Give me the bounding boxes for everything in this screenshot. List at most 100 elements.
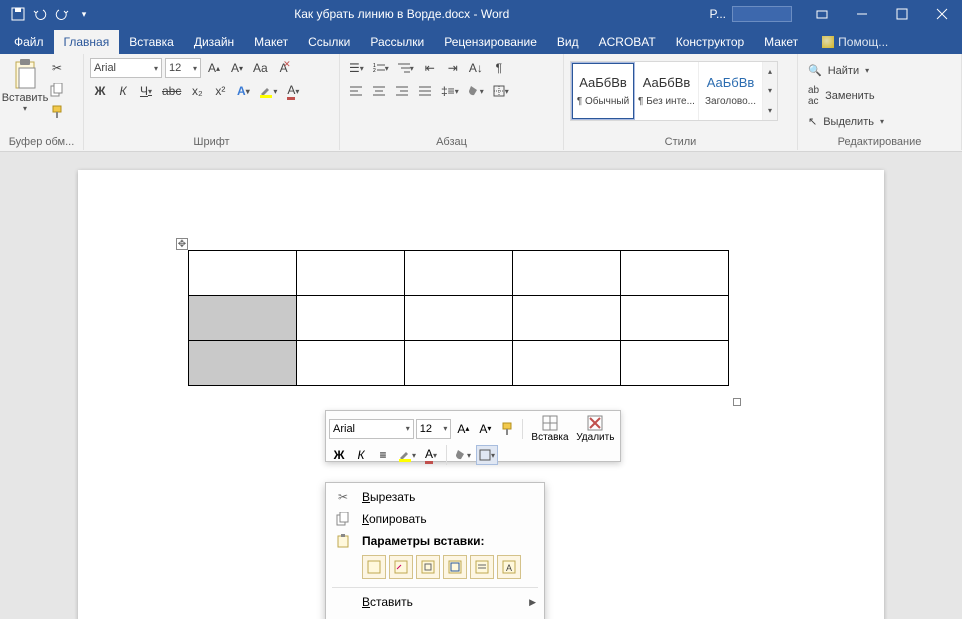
align-center-icon[interactable] (369, 81, 389, 101)
style-nospacing[interactable]: АаБбВв¶ Без инте... (635, 62, 699, 120)
group-editing-label: Редактирование (804, 134, 955, 148)
indent-left-icon[interactable]: ⇤ (420, 58, 440, 78)
style-normal[interactable]: АаБбВв¶ Обычный (571, 62, 635, 120)
ctx-delete-cells[interactable]: Удалить ячейки... (326, 613, 544, 619)
bold-button[interactable]: Ж (90, 81, 110, 101)
clear-format-icon[interactable]: A✕ (274, 58, 294, 78)
close-icon[interactable] (922, 0, 962, 28)
indent-right-icon[interactable]: ⇥ (443, 58, 463, 78)
paste-button[interactable]: Вставить ▾ (6, 58, 44, 113)
select-button[interactable]: ↖Выделить▾ (804, 113, 955, 130)
tell-me[interactable]: Помощ... (812, 30, 898, 54)
save-icon[interactable] (8, 4, 28, 24)
mini-align-icon[interactable]: ≡ (373, 445, 393, 465)
tab-review[interactable]: Рецензирование (434, 30, 547, 54)
undo-icon[interactable] (30, 4, 50, 24)
format-painter-icon[interactable] (47, 102, 67, 122)
tab-file[interactable]: Файл (4, 30, 54, 54)
mini-font-color-icon[interactable]: A▾ (421, 445, 441, 465)
text-effects-icon[interactable]: A▾ (233, 81, 253, 101)
align-right-icon[interactable] (392, 81, 412, 101)
paste-opt-2[interactable] (389, 555, 413, 579)
ctx-copy[interactable]: Копировать (326, 508, 544, 530)
subscript-button[interactable]: x₂ (187, 81, 207, 101)
ctx-cut[interactable]: ✂Вырезать (326, 486, 544, 508)
mini-delete-button[interactable]: Удалить (574, 414, 617, 443)
select-icon: ↖ (808, 115, 817, 128)
group-styles: АаБбВв¶ Обычный АаБбВв¶ Без инте... АаБб… (564, 54, 798, 150)
superscript-button[interactable]: x² (210, 81, 230, 101)
user-chip[interactable]: P... (710, 6, 792, 22)
multilevel-icon[interactable]: ▾ (395, 58, 417, 78)
mini-bold-button[interactable]: Ж (329, 445, 349, 465)
qat-more-icon[interactable]: ▾ (74, 4, 94, 24)
numbering-icon[interactable]: 12▾ (370, 58, 392, 78)
mini-highlight-icon[interactable]: ▾ (395, 445, 419, 465)
show-marks-icon[interactable]: ¶ (489, 58, 509, 78)
highlight-icon[interactable]: ▾ (256, 81, 280, 101)
style-heading1[interactable]: АаБбВвЗаголово... (699, 62, 763, 120)
replace-button[interactable]: abacЗаменить (804, 83, 955, 109)
cut-icon[interactable]: ✂ (47, 58, 67, 78)
tab-references[interactable]: Ссылки (298, 30, 360, 54)
group-clipboard-label: Буфер обм... (6, 134, 77, 148)
shrink-font-icon[interactable]: A▾ (227, 58, 247, 78)
mini-borders-icon[interactable]: ▾ (476, 445, 498, 465)
tab-design[interactable]: Дизайн (184, 30, 244, 54)
mini-font-combo[interactable]: Arial▾ (329, 419, 414, 439)
line-spacing-icon[interactable]: ‡≡▾ (438, 81, 462, 101)
window-title: Как убрать линию в Ворде.docx - Word (94, 7, 710, 21)
mini-insert-button[interactable]: Вставка (528, 414, 571, 443)
change-case-icon[interactable]: Aa (250, 58, 271, 78)
style-gallery[interactable]: АаБбВв¶ Обычный АаБбВв¶ Без инте... АаБб… (570, 61, 778, 121)
redo-icon[interactable] (52, 4, 72, 24)
mini-shading-icon[interactable]: ▾ (452, 445, 474, 465)
style-gallery-more-icon[interactable]: ▴▾▾ (763, 62, 777, 120)
align-left-icon[interactable] (346, 81, 366, 101)
tell-me-label: Помощ... (838, 35, 888, 49)
tab-acrobat[interactable]: ACROBAT (589, 30, 666, 54)
paste-opt-6[interactable]: A (497, 555, 521, 579)
paste-opt-3[interactable] (416, 555, 440, 579)
underline-button[interactable]: Ч▾ (136, 81, 156, 101)
tab-layout2[interactable]: Макет (754, 30, 808, 54)
tab-home[interactable]: Главная (54, 30, 120, 54)
bullets-icon[interactable]: ☰▾ (346, 58, 367, 78)
paste-options-icon (334, 533, 352, 549)
justify-icon[interactable] (415, 81, 435, 101)
mini-grow-font-icon[interactable]: A▴ (453, 419, 473, 439)
document-table[interactable] (188, 250, 729, 386)
table-row (189, 296, 729, 341)
group-font-label: Шрифт (90, 134, 333, 148)
tab-layout[interactable]: Макет (244, 30, 298, 54)
mini-shrink-font-icon[interactable]: A▾ (475, 419, 495, 439)
table-move-handle-icon[interactable]: ✥ (176, 238, 188, 250)
font-name-combo[interactable]: Arial▾ (90, 58, 162, 78)
tab-constructor[interactable]: Конструктор (666, 30, 754, 54)
font-size-combo[interactable]: 12▾ (165, 58, 201, 78)
ctx-insert[interactable]: Вставить▶ (326, 591, 544, 613)
tab-view[interactable]: Вид (547, 30, 589, 54)
minimize-icon[interactable] (842, 0, 882, 28)
borders-icon[interactable]: ▾ (490, 81, 512, 101)
mini-format-painter-icon[interactable] (497, 419, 517, 439)
sort-icon[interactable]: A↓ (466, 58, 486, 78)
paste-opt-1[interactable] (362, 555, 386, 579)
shading-icon[interactable]: ▾ (465, 81, 487, 101)
italic-button[interactable]: К (113, 81, 133, 101)
font-color-icon[interactable]: A▾ (283, 81, 303, 101)
find-button[interactable]: 🔍Найти▾ (804, 62, 955, 79)
tab-mailings[interactable]: Рассылки (360, 30, 434, 54)
maximize-icon[interactable] (882, 0, 922, 28)
strike-button[interactable]: abc (159, 81, 184, 101)
mini-size-combo[interactable]: 12▾ (416, 419, 452, 439)
copy-icon[interactable] (47, 80, 67, 100)
ribbon-options-icon[interactable] (802, 0, 842, 28)
table-resize-handle-icon[interactable] (733, 398, 741, 406)
paste-opt-4[interactable] (443, 555, 467, 579)
svg-text:2: 2 (373, 68, 376, 74)
tab-insert[interactable]: Вставка (119, 30, 184, 54)
grow-font-icon[interactable]: A▴ (204, 58, 224, 78)
mini-italic-button[interactable]: К (351, 445, 371, 465)
paste-opt-5[interactable] (470, 555, 494, 579)
